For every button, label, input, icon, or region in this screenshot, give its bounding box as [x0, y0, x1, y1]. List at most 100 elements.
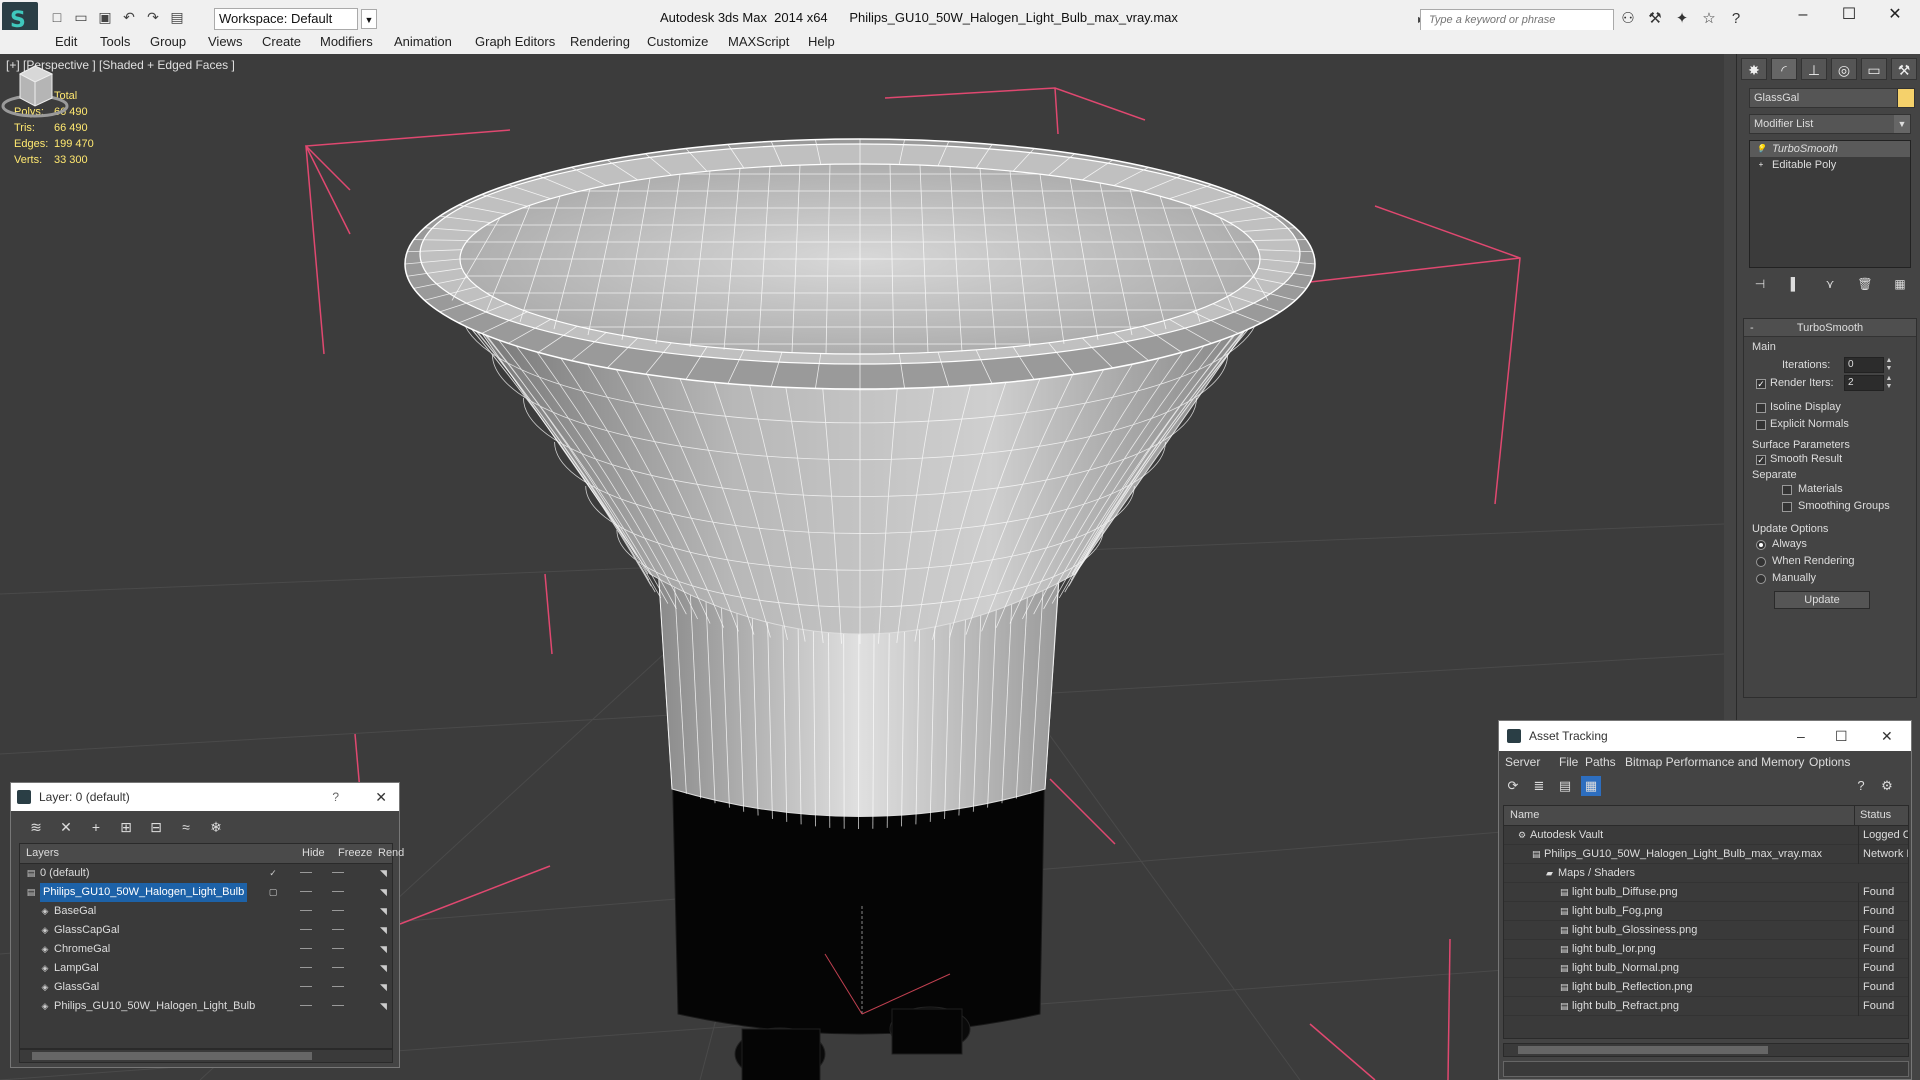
help-icon[interactable]: ? [1851, 776, 1871, 796]
render-iters-spinner[interactable]: 2 [1844, 375, 1884, 391]
menu-file[interactable]: File [1559, 755, 1578, 769]
when-rendering-radio[interactable] [1756, 557, 1766, 567]
set-current-icon[interactable]: ▢ [268, 887, 278, 897]
close-icon[interactable]: ✕ [375, 783, 387, 811]
highlight-layer-icon[interactable]: ⊟ [145, 817, 167, 837]
render-toggle-icon[interactable]: ◥ [380, 925, 390, 935]
asset-row[interactable]: ▤ light bulb_Glossiness.png Found [1504, 921, 1908, 940]
menu-graph-editors[interactable]: Graph Editors [475, 34, 555, 49]
freeze-all-icon[interactable]: ❄ [205, 817, 227, 837]
asset-row[interactable]: ▤ light bulb_Refract.png Found [1504, 997, 1908, 1016]
subscription-icon[interactable]: ⚒ [1645, 9, 1665, 29]
create-tab-icon[interactable]: ✸ [1741, 58, 1767, 80]
materials-checkbox[interactable] [1782, 485, 1792, 495]
render-iters-checkbox[interactable]: ✓ [1756, 379, 1766, 389]
show-end-result-icon[interactable]: ▌ [1784, 274, 1806, 294]
freeze-toggle[interactable] [332, 967, 344, 968]
hide-all-icon[interactable]: ≈ [175, 817, 197, 837]
search-field[interactable] [1420, 9, 1614, 31]
new-file-icon[interactable]: □ [48, 8, 66, 26]
menu-edit[interactable]: Edit [55, 34, 77, 49]
rollout-header[interactable]: - TurboSmooth [1744, 319, 1916, 337]
freeze-toggle[interactable] [332, 891, 344, 892]
asset-row[interactable]: ▤ light bulb_Fog.png Found [1504, 902, 1908, 921]
menu-maxscript[interactable]: MAXScript [728, 34, 789, 49]
menu-create[interactable]: Create [262, 34, 301, 49]
render-toggle-icon[interactable]: ◥ [380, 944, 390, 954]
render-toggle-icon[interactable]: ◥ [380, 906, 390, 916]
render-toggle-icon[interactable]: ◥ [380, 887, 390, 897]
menu-options[interactable]: Options [1809, 755, 1850, 769]
col-hide[interactable]: Hide [302, 847, 325, 859]
list-view-icon[interactable]: ≣ [1529, 776, 1549, 796]
layer-row[interactable]: ◈ LampGal ◥ [20, 959, 392, 978]
smooth-result-checkbox[interactable]: ✓ [1756, 455, 1766, 465]
lightbulb-icon[interactable]: 💡 [1756, 144, 1766, 154]
redo-icon[interactable]: ↷ [144, 8, 162, 26]
horizontal-scrollbar[interactable] [1503, 1043, 1909, 1057]
select-objects-icon[interactable]: ⊞ [115, 817, 137, 837]
object-color-swatch[interactable] [1897, 88, 1915, 108]
menu-customize[interactable]: Customize [647, 34, 708, 49]
hide-toggle[interactable] [300, 910, 312, 911]
display-tab-icon[interactable]: ▭ [1861, 58, 1887, 80]
project-folder-icon[interactable]: ▤ [168, 8, 186, 26]
favorites-star-icon[interactable]: ☆ [1699, 9, 1719, 29]
spinner-arrows-icon[interactable]: ▲ ▼ [1884, 375, 1894, 391]
settings-icon[interactable]: ⚙ [1877, 776, 1897, 796]
utilities-tab-icon[interactable]: ⚒ [1891, 58, 1917, 80]
hide-toggle[interactable] [300, 872, 312, 873]
communication-icon[interactable]: ✦ [1672, 9, 1692, 29]
object-name-field[interactable] [1749, 88, 1905, 108]
layer-row[interactable]: ◈ BaseGal ◥ [20, 902, 392, 921]
close-button[interactable]: ✕ [1881, 721, 1893, 751]
spinner-arrows-icon[interactable]: ▲ ▼ [1884, 357, 1894, 373]
layer-row[interactable]: ◈ ChromeGal ◥ [20, 940, 392, 959]
maximize-button[interactable]: ☐ [1826, 0, 1872, 30]
layer-dialog-titlebar[interactable]: Layer: 0 (default)? ✕ [11, 783, 399, 811]
freeze-toggle[interactable] [332, 910, 344, 911]
freeze-toggle[interactable] [332, 986, 344, 987]
layer-row[interactable]: ◈ GlassCapGal ◥ [20, 921, 392, 940]
viewcube-icon[interactable] [0, 54, 70, 124]
motion-tab-icon[interactable]: ◎ [1831, 58, 1857, 80]
asset-row[interactable]: ⚙ Autodesk Vault Logged C [1504, 826, 1908, 845]
asset-row[interactable]: ▤ light bulb_Ior.png Found [1504, 940, 1908, 959]
remove-modifier-icon[interactable]: 🗑 [1854, 274, 1876, 294]
layer-row[interactable]: ◈ Philips_GU10_50W_Halogen_Light_Bulb ◥ [20, 997, 392, 1016]
asset-dialog-titlebar[interactable]: Asset Tracking – ☐ ✕ [1499, 721, 1911, 751]
menu-animation[interactable]: Animation [394, 34, 452, 49]
menu-modifiers[interactable]: Modifiers [320, 34, 373, 49]
render-toggle-icon[interactable]: ◥ [380, 963, 390, 973]
hide-toggle[interactable] [300, 1005, 312, 1006]
hide-toggle[interactable] [300, 986, 312, 987]
freeze-toggle[interactable] [332, 872, 344, 873]
add-to-layer-icon[interactable]: + [85, 817, 107, 837]
pin-stack-icon[interactable]: ⊣ [1749, 274, 1771, 294]
modifier-list-select[interactable]: Modifier List ▼ [1749, 114, 1911, 134]
menu-bitmap-performance[interactable]: Bitmap Performance and Memory [1625, 755, 1804, 769]
freeze-toggle[interactable] [332, 929, 344, 930]
chevron-down-icon[interactable]: ▼ [1894, 115, 1910, 133]
minimize-button[interactable]: – [1797, 721, 1805, 751]
stack-item-editable-poly[interactable]: + Editable Poly [1750, 157, 1910, 173]
col-status[interactable]: Status [1860, 809, 1891, 821]
open-file-icon[interactable]: ▭ [72, 8, 90, 26]
asset-row[interactable]: ▰ Maps / Shaders [1504, 864, 1908, 883]
hide-toggle[interactable] [300, 948, 312, 949]
menu-rendering[interactable]: Rendering [570, 34, 630, 49]
scroll-thumb[interactable] [32, 1052, 312, 1060]
asset-row[interactable]: ▤ light bulb_Reflection.png Found [1504, 978, 1908, 997]
manually-radio[interactable] [1756, 574, 1766, 584]
configure-sets-icon[interactable]: ▦ [1889, 274, 1911, 294]
isoline-checkbox[interactable] [1756, 403, 1766, 413]
save-icon[interactable]: ▣ [96, 8, 114, 26]
asset-row[interactable]: ▤ Philips_GU10_50W_Halogen_Light_Bulb_max… [1504, 845, 1908, 864]
bulb-rim[interactable] [404, 138, 1316, 390]
horizontal-scrollbar[interactable] [19, 1049, 393, 1063]
refresh-icon[interactable]: ⟳ [1503, 776, 1523, 796]
freeze-toggle[interactable] [332, 948, 344, 949]
make-unique-icon[interactable]: ⋎ [1819, 274, 1841, 294]
object-name-input[interactable] [1754, 92, 1904, 104]
update-button[interactable]: Update [1774, 591, 1870, 609]
